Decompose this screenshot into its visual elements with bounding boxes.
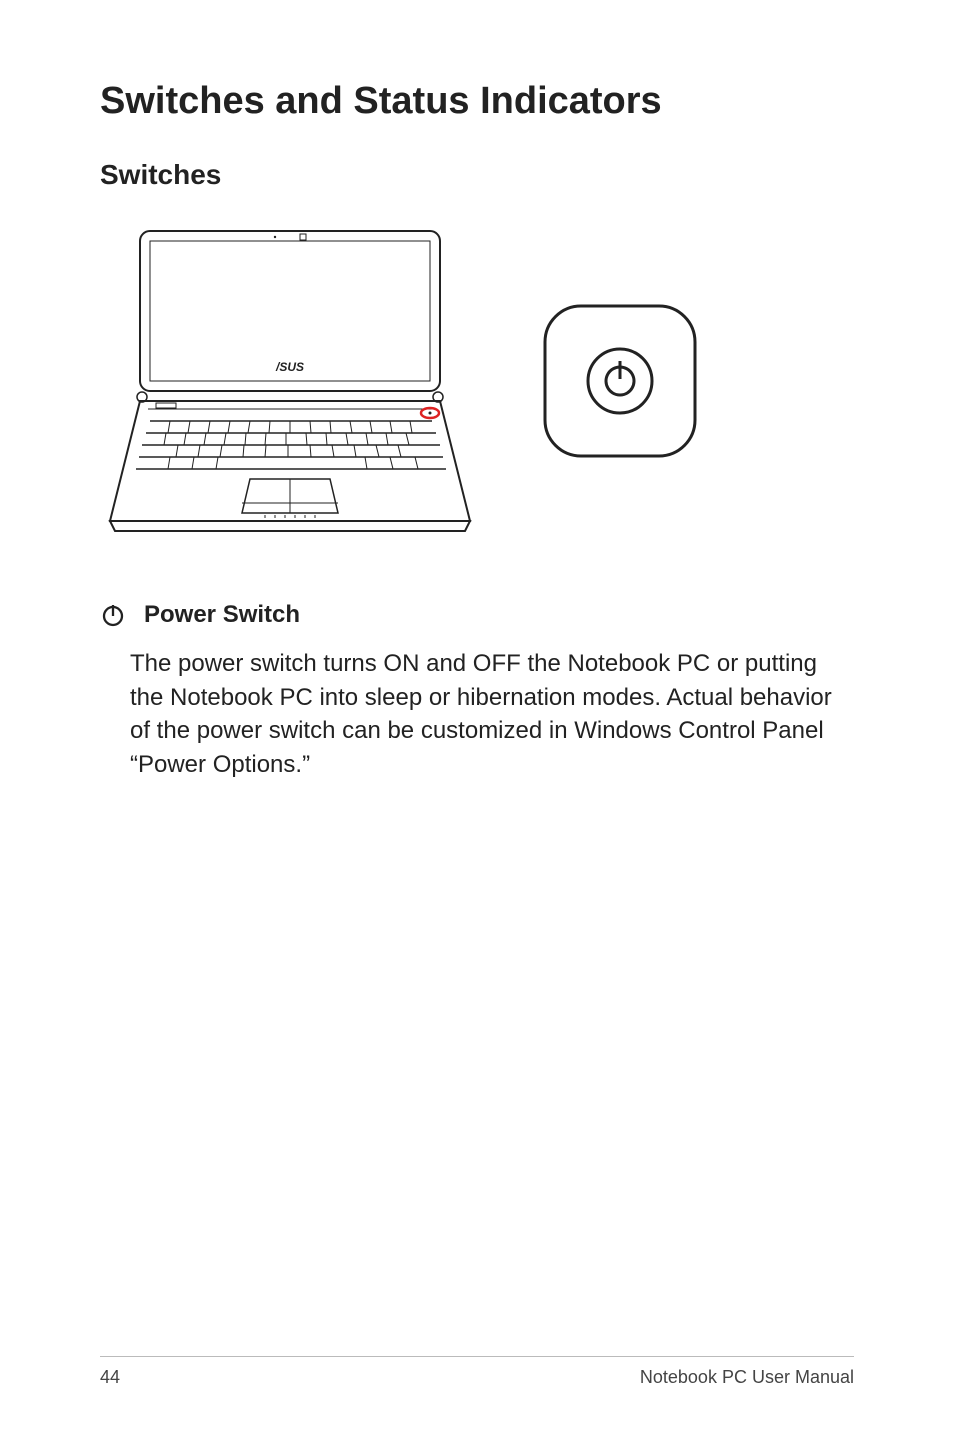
page-content: Switches and Status Indicators Switches … xyxy=(0,0,954,781)
switch-title-row: Power Switch xyxy=(100,601,854,629)
diagram-row: /SUS xyxy=(100,221,854,541)
power-icon xyxy=(100,602,126,628)
manual-label: Notebook PC User Manual xyxy=(640,1367,854,1388)
page-footer: 44 Notebook PC User Manual xyxy=(100,1356,854,1388)
switch-description: The power switch turns ON and OFF the No… xyxy=(130,647,854,781)
page-title: Switches and Status Indicators xyxy=(100,80,854,123)
svg-text:/SUS: /SUS xyxy=(275,360,304,374)
switch-title: Power Switch xyxy=(144,601,300,629)
laptop-diagram: /SUS xyxy=(100,221,480,541)
page-number: 44 xyxy=(100,1367,120,1388)
section-title: Switches xyxy=(100,159,854,191)
switch-section: Power Switch The power switch turns ON a… xyxy=(100,601,854,781)
power-button-closeup xyxy=(540,301,700,461)
